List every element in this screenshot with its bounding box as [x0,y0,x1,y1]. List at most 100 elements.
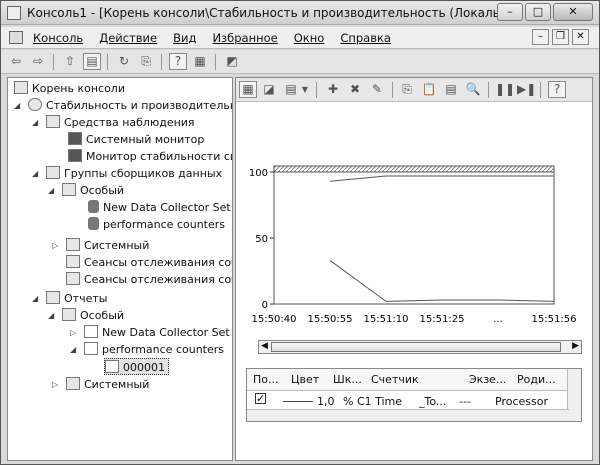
menu-window[interactable]: Окно [294,31,325,45]
zoom-icon[interactable]: 🔍 [464,81,482,98]
menu-help[interactable]: Справка [340,31,391,45]
tree-item-reports-performance-counters[interactable]: ◢ performance counters [70,341,224,358]
counter-legend-table: По... Цвет Шк... Счетчик Экзе... Роди...… [246,368,582,422]
cylinder-icon [88,217,99,230]
reports-icon [46,291,60,304]
expand-arrow-icon[interactable]: ▷ [52,237,58,254]
collapse-arrow-icon[interactable]: ◢ [70,341,76,358]
folder-icon [14,81,28,94]
tree-item-reports-system[interactable]: ▷ Системный [52,376,149,393]
menu-favorites[interactable]: Избранное [212,31,277,45]
tree-item-user-defined[interactable]: ◢ Особый [48,182,124,199]
properties-icon[interactable]: ▤ [442,81,460,98]
highlight-icon[interactable]: ✎ [368,81,386,98]
freeze-icon[interactable]: ❚❚ [494,81,515,98]
forward-icon[interactable]: ⇨ [29,53,47,70]
mdi-restore-button[interactable]: ❐ [552,29,569,45]
tree-item-monitoring-tools[interactable]: ◢ Средства наблюдения [32,114,195,131]
collapse-arrow-icon[interactable]: ◢ [32,165,38,182]
minimize-button[interactable]: – [497,3,523,21]
col-parent[interactable]: Роди... [517,373,556,386]
mdi-close-button[interactable]: ✕ [572,29,589,45]
maximize-button[interactable]: □ [525,3,551,21]
help-icon[interactable]: ? [169,53,187,70]
menu-bar: Консоль Действие Вид Избранное Окно Спра… [1,27,599,49]
expand-arrow-icon[interactable]: ▷ [52,376,58,393]
help-icon[interactable]: ? [548,81,566,98]
collapse-arrow-icon[interactable]: ◢ [14,97,20,114]
close-button[interactable]: ✕ [553,3,593,21]
tree-item-reliability[interactable]: ◢Стабильность и производительность [14,97,232,114]
col-show[interactable]: По... [253,373,279,386]
cell-scale: 1,0 [317,395,335,408]
update-data-icon[interactable]: ▶❚ [516,81,536,98]
report-folder-icon [84,342,98,355]
tree-item-system[interactable]: ▷ Системный [52,237,149,254]
new-window-icon[interactable]: ◩ [223,53,241,70]
tree-item-performance-counters[interactable]: performance counters [88,216,225,233]
tree-item-new-data-collector-set[interactable]: New Data Collector Set [88,199,231,216]
mdi-minimize-button[interactable]: – [532,29,549,45]
change-graph-type-icon[interactable]: ▤ [282,81,300,98]
reports-icon [62,308,76,321]
x-tick-label: 15:51:25 [420,314,465,325]
scroll-left-icon[interactable]: ◀ [261,341,268,351]
legend-horizontal-scrollbar[interactable] [247,409,569,421]
col-color[interactable]: Цвет [291,373,319,386]
col-scale[interactable]: Шк... [333,373,362,386]
up-icon[interactable]: ⇧ [61,53,79,70]
delete-counter-icon[interactable]: ✖ [346,81,364,98]
collector-sets-icon [46,166,60,179]
report-document-icon [105,360,119,373]
paste-counters-icon[interactable]: 📋 [420,81,438,98]
properties-icon[interactable]: ▦ [191,53,209,70]
tree-item-reliability-monitor[interactable]: Монитор стабильности си [68,148,232,165]
tree-item-system-monitor[interactable]: Системный монитор [68,131,204,148]
main-toolbar: ⇦ ⇨ ⇧ ▤ ↻ ⎘ ? ▦ ◩ [1,50,599,74]
trace-session-icon [66,272,80,285]
clear-display-icon[interactable]: ◪ [260,81,278,98]
legend-header: По... Цвет Шк... Счетчик Экзе... Роди... [247,369,569,391]
copy-properties-icon[interactable]: ⎘ [398,81,416,98]
chart-scrollbar[interactable]: ◀ ▶ [258,340,582,354]
menu-console[interactable]: Консоль [33,31,83,45]
export-icon[interactable]: ⎘ [137,53,155,70]
back-icon[interactable]: ⇦ [7,53,25,70]
refresh-icon[interactable]: ↻ [115,53,133,70]
console-menu-icon[interactable] [9,31,23,44]
legend-vertical-scrollbar[interactable] [567,369,581,421]
console-window: Консоль1 - [Корень консоли\Стабильность … [0,0,600,465]
y-tick-label: 50 [255,234,268,245]
tree-item-data-collector-sets[interactable]: ◢ Группы сборщиков данных [32,165,222,182]
tree-item-console-root[interactable]: Корень консоли [14,80,125,97]
collapse-arrow-icon[interactable]: ◢ [32,290,38,307]
menu-view[interactable]: Вид [173,31,196,45]
monitor-chart-icon [68,149,82,162]
scroll-thumb[interactable] [271,342,561,352]
tree-item-event-trace-sessions[interactable]: Сеансы отслеживания соб [66,254,232,271]
tree-item-startup-trace-sessions[interactable]: Сеансы отслеживания соб [66,271,232,288]
tree-item-reports-user-defined[interactable]: ◢ Особый [48,307,124,324]
x-tick-label: 15:50:55 [308,314,353,325]
expand-arrow-icon[interactable]: ▷ [70,324,76,341]
collapse-arrow-icon[interactable]: ◢ [48,182,54,199]
x-tick-label: 15:51:10 [364,314,409,325]
cylinder-icon [88,200,99,213]
tree-item-reports[interactable]: ◢ Отчеты [32,290,107,307]
col-instance[interactable]: Экзе... [469,373,506,386]
collapse-arrow-icon[interactable]: ◢ [48,307,54,324]
dropdown-icon[interactable]: ▼ [300,81,310,98]
cell-parent: --- [459,395,471,408]
scroll-right-icon[interactable]: ▶ [572,341,579,351]
performance-chart: 0 50 100 15:50:40 15:50:55 15:51:10 15:51:25..… [249,165,576,325]
tree-item-report-000001[interactable]: 000001 [104,358,169,375]
tree-item-reports-new-data-collector-set[interactable]: ▷ New Data Collector Set [70,324,230,341]
add-counter-icon[interactable]: ✚ [324,81,342,98]
view-graph-icon[interactable]: ▦ [239,81,257,98]
col-counter[interactable]: Счетчик [371,373,419,386]
menu-action[interactable]: Действие [99,31,157,45]
x-tick-label: ... [493,314,503,325]
show-tree-icon[interactable]: ▤ [83,53,101,70]
collapse-arrow-icon[interactable]: ◢ [32,114,38,131]
show-checkbox[interactable]: ✓ [255,393,266,404]
